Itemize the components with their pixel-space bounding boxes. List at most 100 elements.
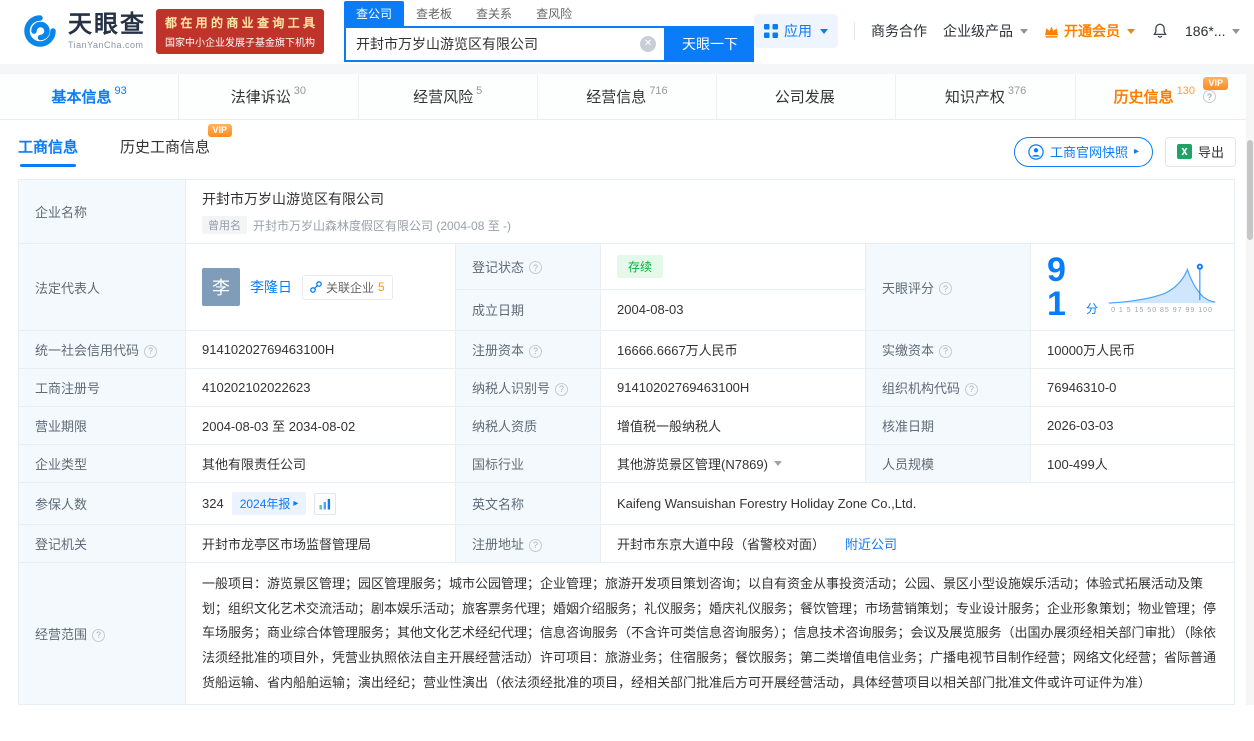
field-label: 注册资本?	[456, 331, 601, 369]
tab-basic-info[interactable]: 基本信息93	[0, 74, 179, 119]
tab-intellectual-property[interactable]: 知识产权376	[896, 74, 1075, 119]
divider	[854, 22, 855, 40]
establish-date-cell: 2004-08-03	[601, 289, 866, 330]
help-icon[interactable]: ?	[529, 539, 542, 552]
table-row: 参保人数 324 2024年报▸ 英文名称 Kaifeng Wansuishan…	[19, 483, 1235, 525]
reg-capital-cell: 16666.6667万人民币	[601, 331, 866, 369]
reg-status-cell: 存续	[601, 244, 866, 290]
field-label: 营业期限	[19, 407, 186, 445]
apps-menu[interactable]: 应用	[754, 14, 838, 48]
help-icon[interactable]: ?	[939, 282, 952, 295]
search-tab-company[interactable]: 查公司	[344, 1, 404, 26]
help-icon[interactable]: ?	[1203, 90, 1216, 103]
grid-icon	[764, 24, 778, 38]
scrollbar-track[interactable]	[1246, 64, 1254, 705]
notification-bell-icon[interactable]	[1151, 22, 1169, 40]
help-icon[interactable]: ?	[555, 383, 568, 396]
nav-open-vip[interactable]: 开通会员	[1044, 21, 1135, 41]
nav-enterprise-products[interactable]: 企业级产品	[943, 21, 1028, 41]
apps-label: 应用	[784, 21, 812, 41]
tab-label: 历史信息	[1114, 86, 1174, 107]
company-type-cell: 其他有限责任公司	[186, 445, 456, 483]
search-tab-boss[interactable]: 查老板	[404, 1, 464, 26]
tab-business-info[interactable]: 经营信息716	[538, 74, 717, 119]
crown-icon	[1044, 25, 1059, 38]
help-icon[interactable]: ?	[939, 345, 952, 358]
table-row: 法定代表人 李 李隆日 关联企业 5 登记状态?	[19, 244, 1235, 290]
industry-value: 其他游览景区管理(N7869)	[617, 454, 768, 473]
table-row: 企业类型 其他有限责任公司 国标行业 其他游览景区管理(N7869) 人员规模 …	[19, 445, 1235, 483]
nav-business-cooperation[interactable]: 商务合作	[871, 21, 927, 41]
company-name: 开封市万岁山游览区有限公司	[202, 189, 1218, 209]
search-input[interactable]	[346, 36, 640, 52]
tab-operation-risk[interactable]: 经营风险5	[359, 74, 538, 119]
field-label: 纳税人识别号?	[456, 369, 601, 407]
arrow-right-icon: ▸	[293, 498, 298, 509]
help-icon[interactable]: ?	[144, 345, 157, 358]
reg-number-cell: 410202102022623	[186, 369, 456, 407]
vip-badge: VIP	[208, 124, 233, 137]
table-row: 企业名称 开封市万岁山游览区有限公司 曾用名 开封市万岁山森林度假区有限公司 (…	[19, 180, 1235, 244]
search-tab-relation[interactable]: 查关系	[464, 1, 524, 26]
tab-count: 130	[1177, 85, 1195, 97]
clear-icon[interactable]: ✕	[640, 36, 656, 52]
search-tab-risk[interactable]: 查风险	[524, 1, 584, 26]
tab-legal-proceedings[interactable]: 法律诉讼30	[179, 74, 358, 119]
logo-subtitle: TianYanCha.com	[68, 40, 146, 50]
english-name-cell: Kaifeng Wansuishan Forestry Holiday Zone…	[601, 483, 1235, 525]
annual-report-badge[interactable]: 2024年报▸	[232, 492, 307, 515]
business-term-cell: 2004-08-03 至 2034-08-02	[186, 407, 456, 445]
subtab-label: 历史工商信息	[120, 139, 210, 156]
business-scope-cell: 一般项目：游览景区管理；园区管理服务；城市公园管理；企业管理；旅游开发项目策划咨…	[186, 563, 1235, 705]
tab-label: 法律诉讼	[231, 86, 291, 107]
snapshot-icon	[1028, 144, 1044, 160]
field-label: 企业类型	[19, 445, 186, 483]
org-code-cell: 76946310-0	[1031, 369, 1235, 407]
export-label: 导出	[1198, 142, 1224, 161]
scrollbar-thumb[interactable]	[1247, 140, 1253, 240]
subtab-business-registration[interactable]: 工商信息	[18, 136, 78, 167]
table-row: 经营范围? 一般项目：游览景区管理；园区管理服务；城市公园管理；企业管理；旅游开…	[19, 563, 1235, 705]
tab-company-development[interactable]: 公司发展	[717, 74, 896, 119]
tab-history-info[interactable]: VIP 历史信息130 ?	[1076, 74, 1254, 119]
user-account[interactable]: 186*...	[1185, 23, 1239, 39]
status-badge: 存续	[617, 255, 663, 278]
reg-authority-cell: 开封市龙亭区市场监督管理局	[186, 525, 456, 563]
chevron-down-icon[interactable]	[774, 461, 782, 466]
nav-vip-label: 开通会员	[1064, 21, 1120, 41]
score-axis-labels: 0 1 5 15 50 85 97 99 100	[1111, 307, 1213, 314]
help-icon[interactable]: ?	[529, 345, 542, 358]
field-label: 纳税人资质	[456, 407, 601, 445]
staff-size-cell: 100-499人	[1031, 445, 1235, 483]
subtab-label: 工商信息	[18, 139, 78, 156]
insured-count: 324	[202, 496, 224, 511]
search-box: ✕	[344, 26, 666, 62]
field-label: 人员规模	[866, 445, 1031, 483]
chevron-down-icon	[1127, 29, 1135, 34]
field-label: 实缴资本?	[866, 331, 1031, 369]
official-snapshot-button[interactable]: 工商官网快照 ▸	[1014, 137, 1153, 167]
help-icon[interactable]: ?	[529, 261, 542, 274]
field-label: 法定代表人	[19, 244, 186, 331]
help-icon[interactable]: ?	[92, 629, 105, 642]
subtab-history-business-registration[interactable]: VIP 历史工商信息	[120, 136, 210, 167]
promo-line2: 国家中小企业发展子基金旗下机构	[165, 34, 315, 49]
help-icon[interactable]: ?	[965, 383, 978, 396]
former-name: 开封市万岁山森林度假区有限公司 (2004-08 至 -)	[253, 217, 511, 234]
legal-rep-avatar[interactable]: 李	[202, 268, 240, 306]
legal-rep-link[interactable]: 李隆日	[250, 277, 292, 297]
logo[interactable]: 天眼查 TianYanCha.com	[20, 11, 146, 51]
nearby-companies-link[interactable]: 附近公司	[845, 534, 897, 553]
chevron-down-icon	[820, 29, 828, 34]
export-button[interactable]: 导出	[1165, 137, 1236, 167]
paid-capital-cell: 10000万人民币	[1031, 331, 1235, 369]
search-button[interactable]: 天眼一下	[666, 26, 754, 62]
trend-chart-button[interactable]	[314, 493, 336, 515]
related-label: 关联企业	[326, 279, 374, 296]
related-companies-badge[interactable]: 关联企业 5	[302, 275, 393, 300]
promo-line1: 都 在 用 的 商 业 查 询 工 具	[165, 14, 315, 31]
tab-label: 知识产权	[945, 86, 1005, 107]
tab-label: 经营风险	[413, 86, 473, 107]
field-label: 国标行业	[456, 445, 601, 483]
table-row: 营业期限 2004-08-03 至 2034-08-02 纳税人资质 增值税一般…	[19, 407, 1235, 445]
